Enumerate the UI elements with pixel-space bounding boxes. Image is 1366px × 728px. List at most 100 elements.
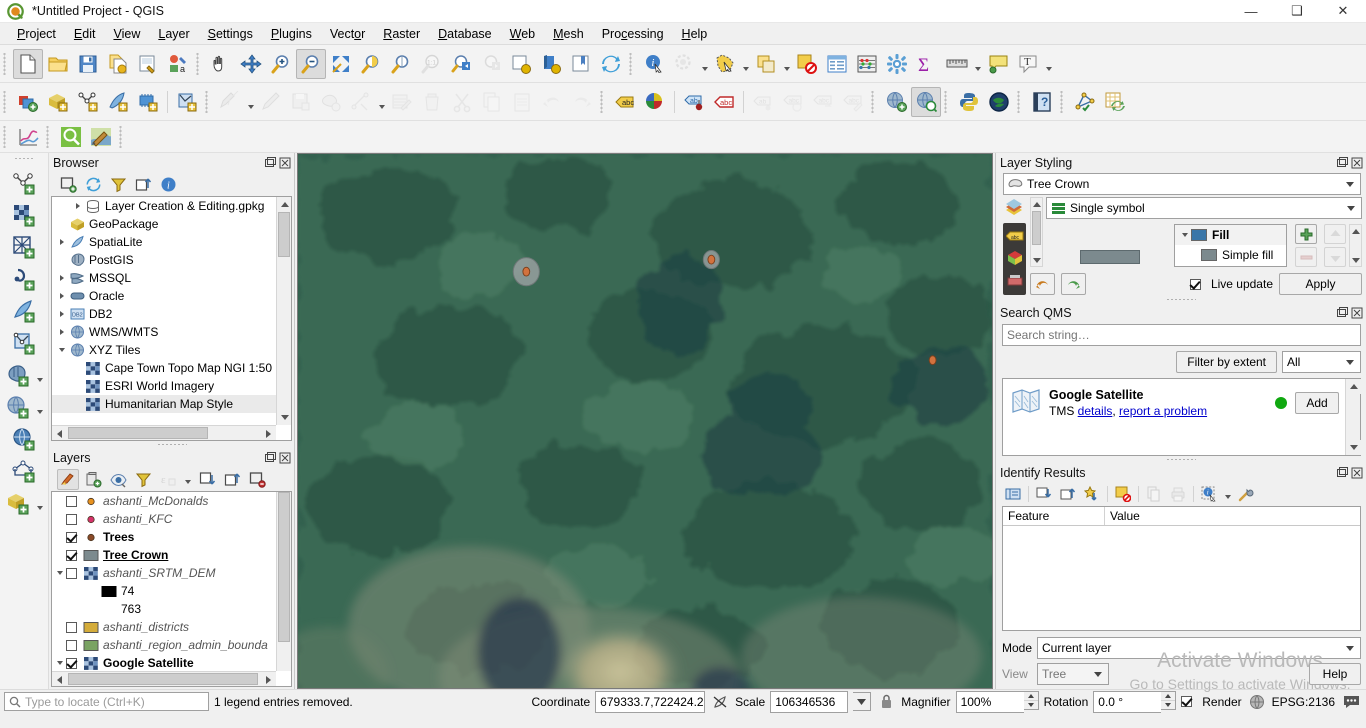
filter-by-extent-button[interactable]: Filter by extent: [1176, 351, 1277, 373]
save-project-button[interactable]: [73, 49, 103, 79]
new-project-button[interactable]: [13, 48, 43, 79]
zoom-to-selection-button[interactable]: [356, 49, 386, 79]
cut-features-button[interactable]: [447, 87, 477, 117]
chevron-down-icon[interactable]: [56, 341, 68, 359]
current-edits-button[interactable]: [215, 87, 245, 117]
menu-item-vector[interactable]: Vector: [321, 25, 374, 43]
scroll-thumb[interactable]: [68, 673, 258, 685]
toolbar-grip[interactable]: [45, 125, 54, 148]
browser-tree-item[interactable]: ESRI World Imagery: [52, 377, 276, 395]
styling-right-scrollbar[interactable]: [1349, 224, 1362, 267]
identify-close-button[interactable]: [1350, 466, 1363, 479]
chevron-right-icon[interactable]: [56, 305, 68, 323]
menu-item-processing[interactable]: Processing: [593, 25, 673, 43]
menu-item-project[interactable]: Project: [8, 25, 65, 43]
toolbar-grip[interactable]: [14, 157, 34, 165]
layer-tree-item[interactable]: ashanti_KFC: [52, 510, 276, 528]
new-map-view-button[interactable]: [506, 49, 536, 79]
layers-close-button[interactable]: [278, 451, 291, 464]
save-layer-edits-button[interactable]: [286, 87, 316, 117]
zoom-full-button[interactable]: [326, 49, 356, 79]
menu-item-view[interactable]: View: [104, 25, 149, 43]
feature-action-dropdown-caret[interactable]: [699, 49, 710, 79]
layers-tree[interactable]: ashanti_McDonalds ashanti_KFC Trees Tree Cr…: [51, 491, 292, 687]
menu-item-help[interactable]: Help: [673, 25, 717, 43]
vertex-tool-button[interactable]: [346, 87, 376, 117]
scale-value[interactable]: 106346536: [770, 690, 849, 713]
move-symbol-layer-up-button[interactable]: [1324, 224, 1346, 244]
label-layer-button[interactable]: abc: [610, 87, 640, 117]
browser-tree-item[interactable]: Layer Creation & Editing.gpkg: [52, 197, 276, 215]
print-results-button[interactable]: [1167, 484, 1189, 505]
postgis-dropdown-caret[interactable]: [34, 360, 45, 390]
menu-item-settings[interactable]: Settings: [199, 25, 262, 43]
magnifier-value[interactable]: 100%: [955, 690, 1024, 713]
highlight-pinned-labels-button[interactable]: ab: [679, 87, 709, 117]
run-feature-action-button[interactable]: [669, 49, 699, 79]
labels-tab-icon[interactable]: abc: [1005, 230, 1024, 242]
layer-selector-combo[interactable]: Tree Crown: [1003, 173, 1361, 195]
move-symbol-layer-down-button[interactable]: [1324, 247, 1346, 267]
filter-legend-button[interactable]: [132, 469, 154, 490]
browser-tree-item[interactable]: Oracle: [52, 287, 276, 305]
layers-float-button[interactable]: [263, 451, 276, 464]
toolbar-grip[interactable]: [628, 52, 637, 75]
add-postgis-layer-button-v[interactable]: [3, 360, 34, 390]
messages-icon[interactable]: [1340, 694, 1362, 709]
add-vector-layer-button-v[interactable]: [9, 168, 40, 198]
column-header-feature[interactable]: Feature: [1003, 507, 1105, 525]
processing-toolbox-button[interactable]: [882, 49, 912, 79]
layer-tree-item[interactable]: 74: [52, 582, 276, 600]
chevron-down-icon[interactable]: [1342, 352, 1358, 372]
layer-tree-item[interactable]: Tree Crown: [52, 546, 276, 564]
chevron-down-icon[interactable]: [1179, 226, 1191, 244]
filter-expression-caret[interactable]: [182, 469, 193, 490]
identify-settings-caret[interactable]: [1222, 484, 1233, 505]
scroll-left-arrow[interactable]: [52, 426, 67, 440]
zoom-native-resolution-button[interactable]: 1:1: [416, 49, 446, 79]
chevron-down-icon[interactable]: [1342, 174, 1358, 194]
browser-properties-button[interactable]: i: [157, 174, 179, 195]
browser-float-button[interactable]: [263, 156, 276, 169]
delete-selected-button[interactable]: [417, 87, 447, 117]
scroll-up-arrow[interactable]: [1350, 225, 1361, 237]
browser-collapse-all-button[interactable]: [132, 174, 154, 195]
toolbar-grip[interactable]: [118, 125, 127, 148]
remove-layer-button[interactable]: [246, 469, 268, 490]
apply-button[interactable]: Apply: [1279, 273, 1362, 295]
browser-add-selected-layers-button[interactable]: [57, 174, 79, 195]
dock-splitter[interactable]: [49, 441, 294, 448]
live-update-checkbox[interactable]: [1189, 278, 1201, 290]
symbol-layer-row[interactable]: Fill: [1175, 225, 1286, 245]
scroll-left-arrow[interactable]: [52, 672, 67, 686]
browser-horizontal-scrollbar[interactable]: [52, 425, 276, 440]
layer-visibility-checkbox[interactable]: [66, 567, 77, 579]
copy-results-button[interactable]: [1143, 484, 1165, 505]
diagram-layer-button[interactable]: [640, 87, 670, 117]
chevron-down-icon[interactable]: [1343, 198, 1359, 218]
add-mesh-layer-button-v[interactable]: [9, 232, 40, 262]
redo-style-button[interactable]: [1061, 273, 1086, 295]
refresh-attribute-table-button[interactable]: [1100, 87, 1130, 117]
coordinate-value[interactable]: 679333.7,722424.2: [595, 690, 706, 713]
identify-view-combo[interactable]: Tree: [1037, 663, 1109, 685]
expand-new-results-button[interactable]: [1033, 484, 1055, 505]
select-dropdown-caret[interactable]: [740, 49, 751, 79]
redo-button[interactable]: [567, 87, 597, 117]
layer-visibility-checkbox[interactable]: [66, 531, 77, 543]
current-edits-caret[interactable]: [245, 87, 256, 117]
default-actions-button[interactable]: [1081, 484, 1103, 505]
scroll-thumb[interactable]: [278, 492, 290, 642]
browser-tree-item[interactable]: Humanitarian Map Style: [52, 395, 276, 413]
new-shapefile-layer-button[interactable]: [172, 87, 202, 117]
qms-search-button[interactable]: [56, 122, 86, 152]
python-console-button[interactable]: [954, 87, 984, 117]
layer-visibility-checkbox[interactable]: [66, 495, 77, 507]
qms-details-link[interactable]: details: [1078, 404, 1113, 418]
chevron-down-icon[interactable]: [54, 654, 66, 671]
zoom-next-button[interactable]: [476, 49, 506, 79]
toolbar-grip[interactable]: [1016, 90, 1025, 113]
layer-tree-item[interactable]: 763: [52, 600, 276, 618]
layer-tree-item[interactable]: ashanti_region_admin_bounda: [52, 636, 276, 654]
identify-mode-combo[interactable]: Current layer: [1037, 637, 1361, 659]
